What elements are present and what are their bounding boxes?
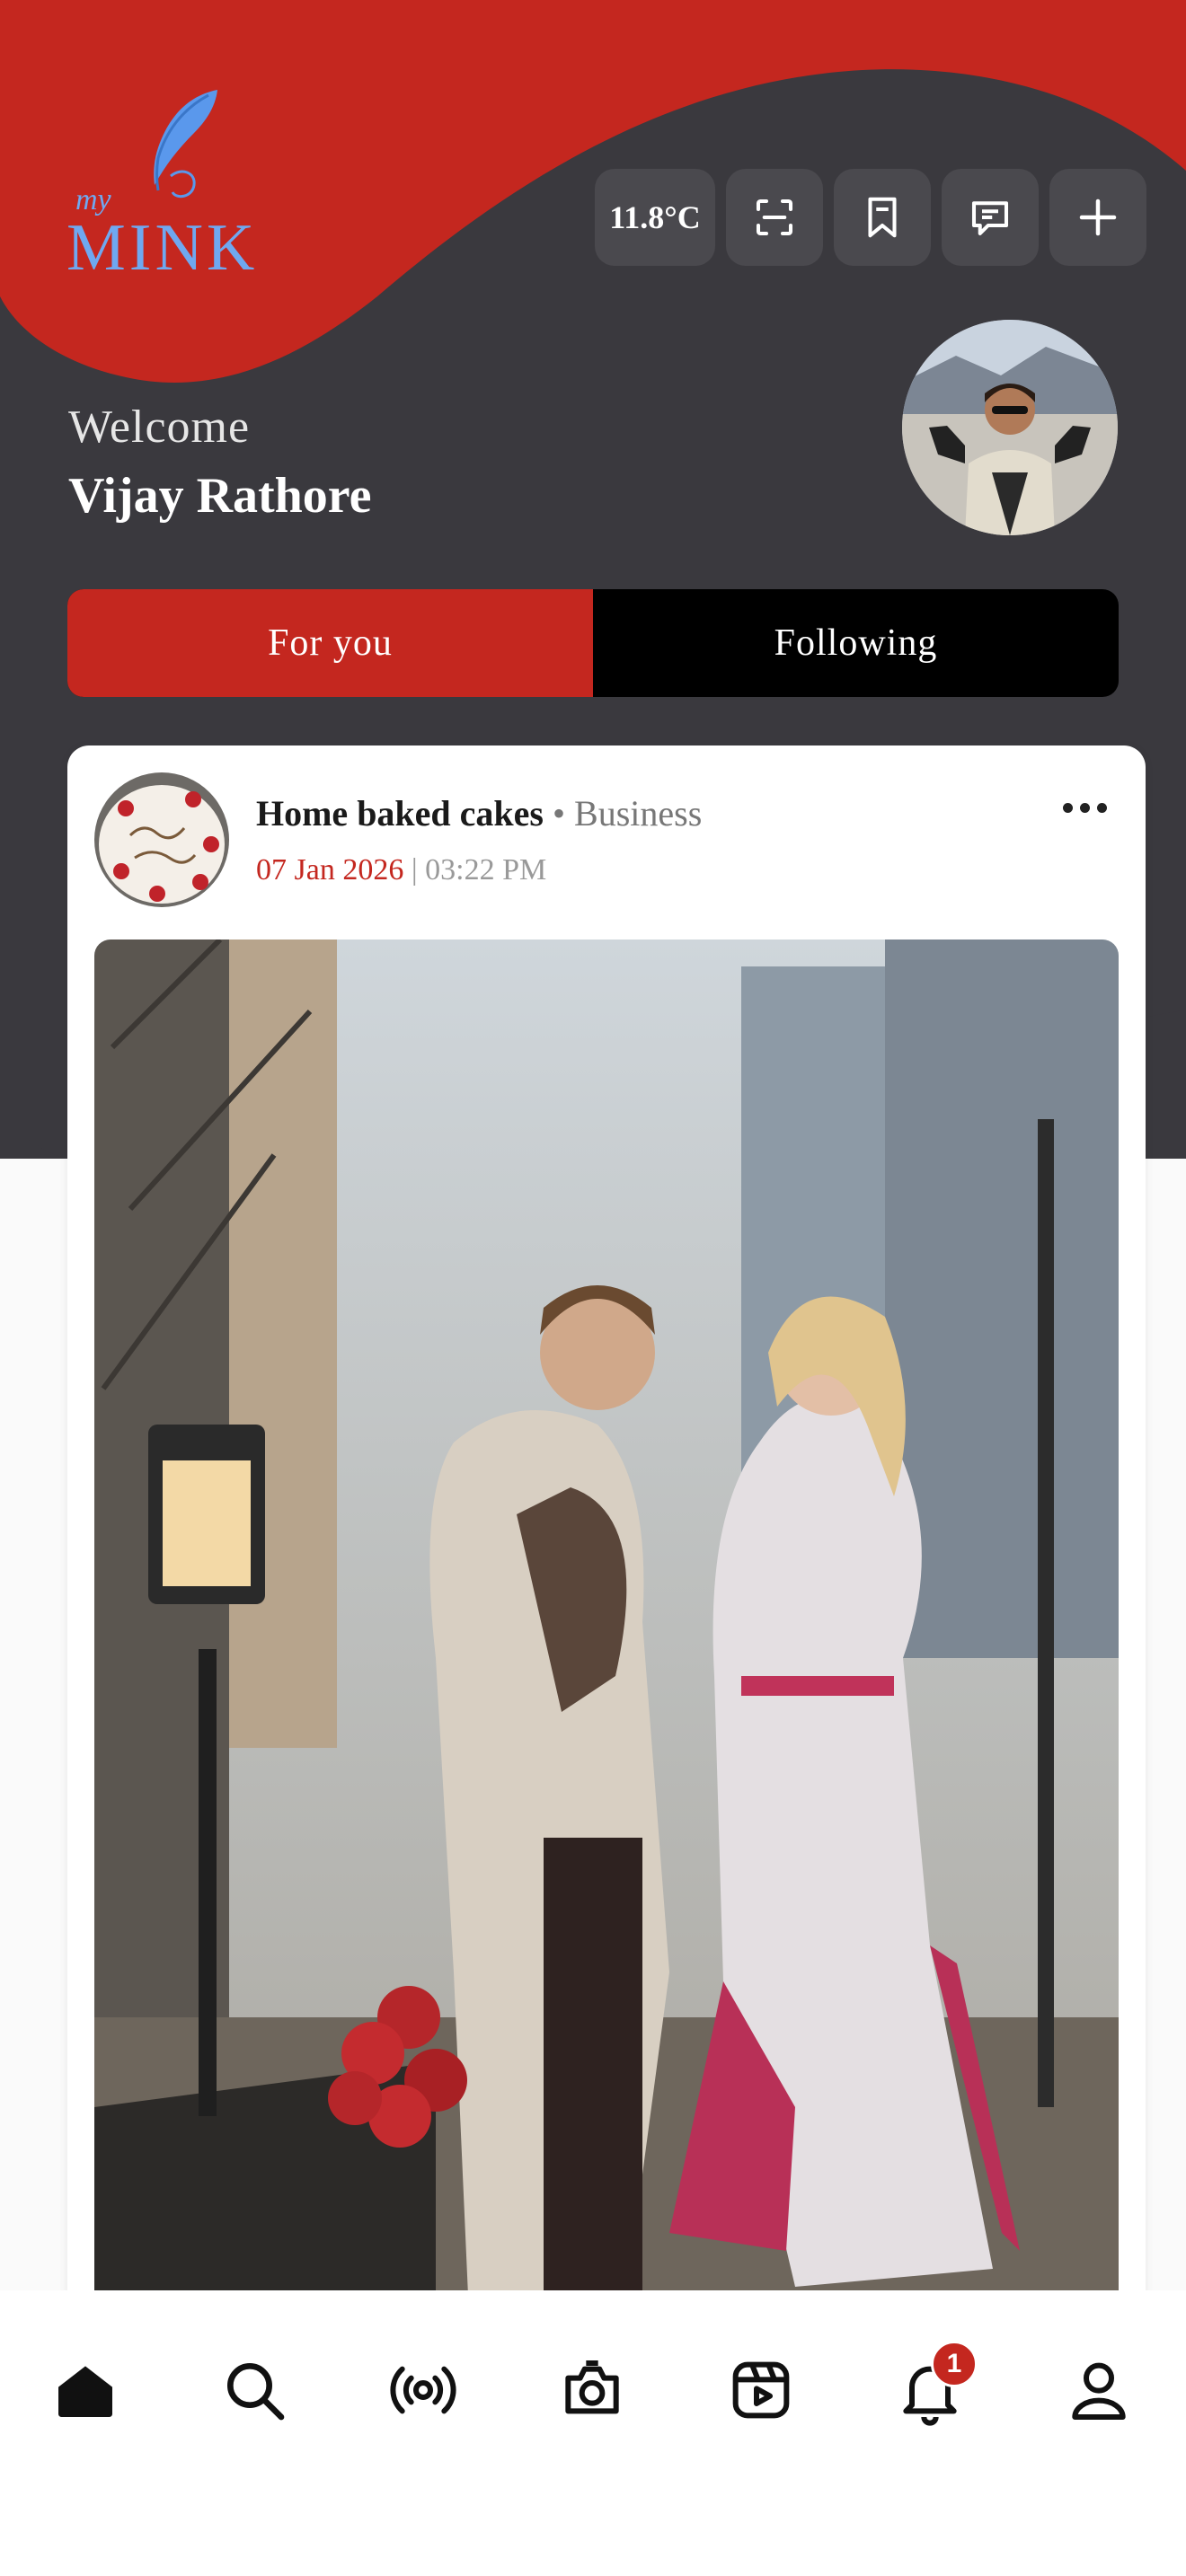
feather-icon bbox=[154, 90, 217, 198]
user-name: Vijay Rathore bbox=[68, 468, 372, 524]
app-logo[interactable]: my MINK bbox=[65, 86, 280, 285]
live-icon bbox=[390, 2366, 456, 2414]
avatar-photo bbox=[902, 320, 1118, 535]
scan-button[interactable] bbox=[726, 169, 823, 266]
camera-icon bbox=[565, 2360, 619, 2414]
post-card: Home baked cakes • Business 07 Jan 2026 … bbox=[67, 745, 1146, 2377]
post-time: | 03:22 PM bbox=[411, 853, 547, 887]
nav-camera[interactable] bbox=[543, 2341, 642, 2439]
tab-for-you[interactable]: For you bbox=[67, 589, 593, 697]
notification-badge: 1 bbox=[931, 2341, 978, 2387]
profile-avatar[interactable] bbox=[902, 320, 1118, 535]
plus-icon bbox=[1079, 198, 1117, 236]
create-post-button[interactable] bbox=[1049, 169, 1146, 266]
couple-street-photo bbox=[94, 940, 1119, 2377]
welcome-label: Welcome bbox=[68, 401, 251, 453]
messages-button[interactable] bbox=[942, 169, 1039, 266]
nav-home[interactable] bbox=[36, 2341, 135, 2439]
nav-notifications[interactable]: 1 bbox=[881, 2341, 979, 2439]
scan-icon bbox=[756, 198, 793, 236]
post-author-avatar[interactable] bbox=[94, 772, 229, 907]
bottom-navigation: 1 bbox=[0, 2290, 1186, 2576]
post-separator: • bbox=[553, 793, 566, 834]
post-category: Business bbox=[574, 793, 703, 834]
feed-tabs: For you Following bbox=[67, 589, 1119, 697]
saved-button[interactable] bbox=[834, 169, 931, 266]
header-actions: 11.8°C bbox=[595, 169, 1146, 266]
home-icon bbox=[58, 2366, 112, 2417]
message-icon bbox=[971, 201, 1009, 236]
bookmark-icon bbox=[868, 197, 897, 238]
post-image[interactable] bbox=[94, 940, 1119, 2377]
nav-search[interactable] bbox=[205, 2341, 304, 2439]
post-date: 07 Jan 2026 bbox=[256, 853, 404, 887]
reels-icon bbox=[732, 2361, 790, 2419]
weather-chip[interactable]: 11.8°C bbox=[595, 169, 715, 266]
more-options-icon[interactable] bbox=[1058, 794, 1111, 821]
post-timestamp: 07 Jan 2026 | 03:22 PM bbox=[256, 853, 546, 887]
post-author-line: Home baked cakes • Business bbox=[256, 792, 702, 834]
post-author-name[interactable]: Home baked cakes bbox=[256, 793, 544, 834]
search-icon bbox=[227, 2363, 285, 2421]
nav-profile[interactable] bbox=[1049, 2341, 1148, 2439]
profile-icon bbox=[1072, 2362, 1126, 2420]
cake-photo bbox=[94, 772, 229, 907]
nav-live[interactable] bbox=[374, 2341, 473, 2439]
logo-text: MINK bbox=[66, 211, 259, 285]
nav-reels[interactable] bbox=[712, 2341, 810, 2439]
tab-following[interactable]: Following bbox=[593, 589, 1119, 697]
